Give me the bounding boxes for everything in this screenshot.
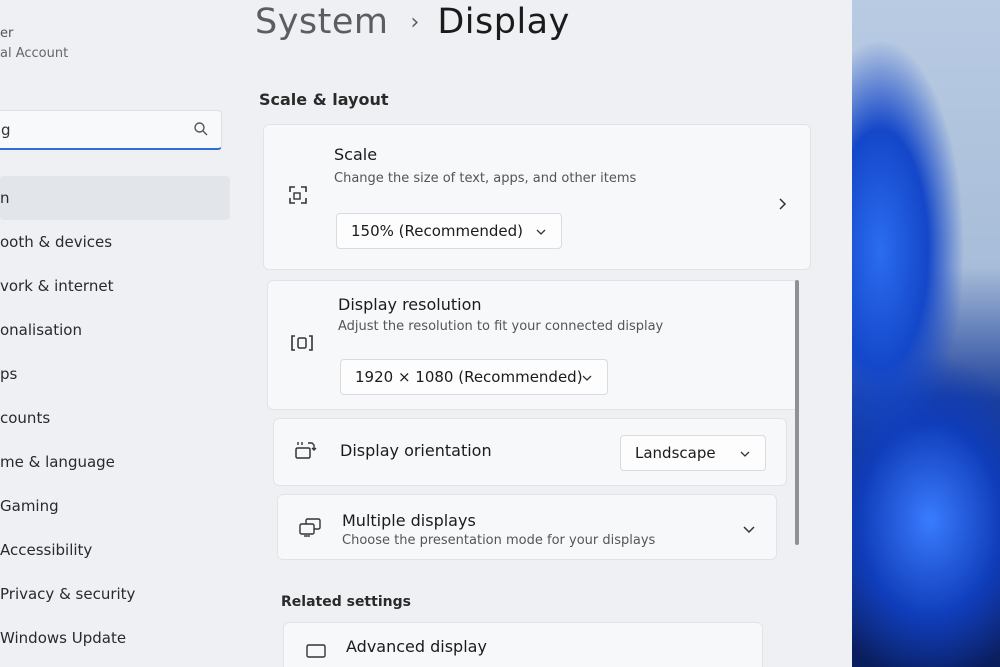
sidebar-item-label: ps — [0, 365, 18, 383]
resolution-description: Adjust the resolution to fit your connec… — [338, 319, 664, 334]
orientation-title: Display orientation — [340, 441, 492, 460]
user-name: er — [0, 26, 14, 41]
chevron-down-icon[interactable] — [742, 523, 756, 537]
nav-list: n ooth & devices vork & internet onalisa… — [0, 176, 230, 660]
settings-window: er al Account n ooth & devices vork & in… — [0, 0, 852, 667]
sidebar-item-privacy-security[interactable]: Privacy & security — [0, 572, 230, 616]
scale-title: Scale — [334, 145, 378, 164]
multiple-displays-title: Multiple displays — [342, 511, 476, 530]
resolution-dropdown-value: 1920 × 1080 (Recommended) — [355, 368, 583, 386]
breadcrumb-parent[interactable]: System — [255, 2, 389, 42]
sidebar-item-label: counts — [0, 409, 51, 427]
breadcrumb-separator: › — [410, 9, 420, 35]
user-account-type: al Account — [0, 46, 69, 61]
breadcrumb: System › Display — [255, 2, 570, 42]
scale-card[interactable]: Scale Change the size of text, apps, and… — [263, 124, 811, 270]
scrollbar[interactable] — [795, 280, 799, 545]
scale-dropdown-value: 150% (Recommended) — [351, 222, 523, 240]
sidebar-item-network[interactable]: vork & internet — [0, 264, 230, 308]
sidebar-item-personalisation[interactable]: onalisation — [0, 308, 230, 352]
resolution-title: Display resolution — [338, 295, 482, 314]
section-heading: Scale & layout — [259, 90, 389, 109]
orientation-icon — [295, 442, 317, 459]
search-box[interactable] — [0, 110, 222, 150]
resolution-icon — [291, 335, 313, 351]
sidebar-item-label: me & language — [0, 453, 115, 471]
main-content: System › Display Scale & layout Scale Ch… — [255, 0, 845, 667]
chevron-right-icon[interactable] — [776, 197, 790, 211]
sidebar-item-time-language[interactable]: me & language — [0, 440, 230, 484]
sidebar-item-apps[interactable]: ps — [0, 352, 230, 396]
scale-icon — [289, 186, 307, 204]
sidebar-item-bluetooth[interactable]: ooth & devices — [0, 220, 230, 264]
orientation-dropdown[interactable]: Landscape — [620, 435, 766, 471]
advanced-display-title: Advanced display — [346, 637, 487, 656]
sidebar-item-label: vork & internet — [0, 277, 114, 295]
chevron-down-icon — [536, 229, 546, 235]
sidebar-item-label: ooth & devices — [0, 233, 113, 251]
sidebar-item-accessibility[interactable]: Accessibility — [0, 528, 230, 572]
search-input[interactable] — [1, 119, 171, 141]
sidebar-item-gaming[interactable]: Gaming — [0, 484, 230, 528]
multiple-displays-icon — [299, 518, 321, 537]
sidebar-item-accounts[interactable]: counts — [0, 396, 230, 440]
sidebar-item-label: Privacy & security — [0, 585, 136, 603]
sidebar-item-label: Accessibility — [0, 541, 93, 559]
orientation-card: Display orientation Landscape — [273, 418, 787, 486]
monitor-icon — [306, 644, 326, 658]
orientation-dropdown-value: Landscape — [635, 444, 716, 462]
advanced-display-card[interactable]: Advanced display — [283, 622, 763, 667]
sidebar: er al Account n ooth & devices vork & in… — [0, 0, 240, 667]
chevron-down-icon — [740, 451, 750, 457]
sidebar-item-windows-update[interactable]: Windows Update — [0, 616, 230, 660]
sidebar-item-label: onalisation — [0, 321, 82, 339]
resolution-dropdown[interactable]: 1920 × 1080 (Recommended) — [340, 359, 608, 395]
sidebar-item-label: Windows Update — [0, 629, 127, 647]
scale-description: Change the size of text, apps, and other… — [334, 171, 637, 186]
multiple-displays-card[interactable]: Multiple displays Choose the presentatio… — [277, 494, 777, 560]
sidebar-item-system[interactable]: n — [0, 176, 230, 220]
sidebar-item-label: Gaming — [0, 497, 59, 515]
related-settings-heading: Related settings — [281, 594, 411, 610]
chevron-down-icon — [582, 375, 592, 381]
scale-dropdown[interactable]: 150% (Recommended) — [336, 213, 562, 249]
search-icon[interactable] — [193, 121, 209, 137]
page-title: Display — [437, 2, 570, 42]
resolution-card: Display resolution Adjust the resolution… — [267, 280, 799, 410]
sidebar-item-label: n — [0, 189, 10, 207]
multiple-displays-description: Choose the presentation mode for your di… — [342, 533, 656, 548]
